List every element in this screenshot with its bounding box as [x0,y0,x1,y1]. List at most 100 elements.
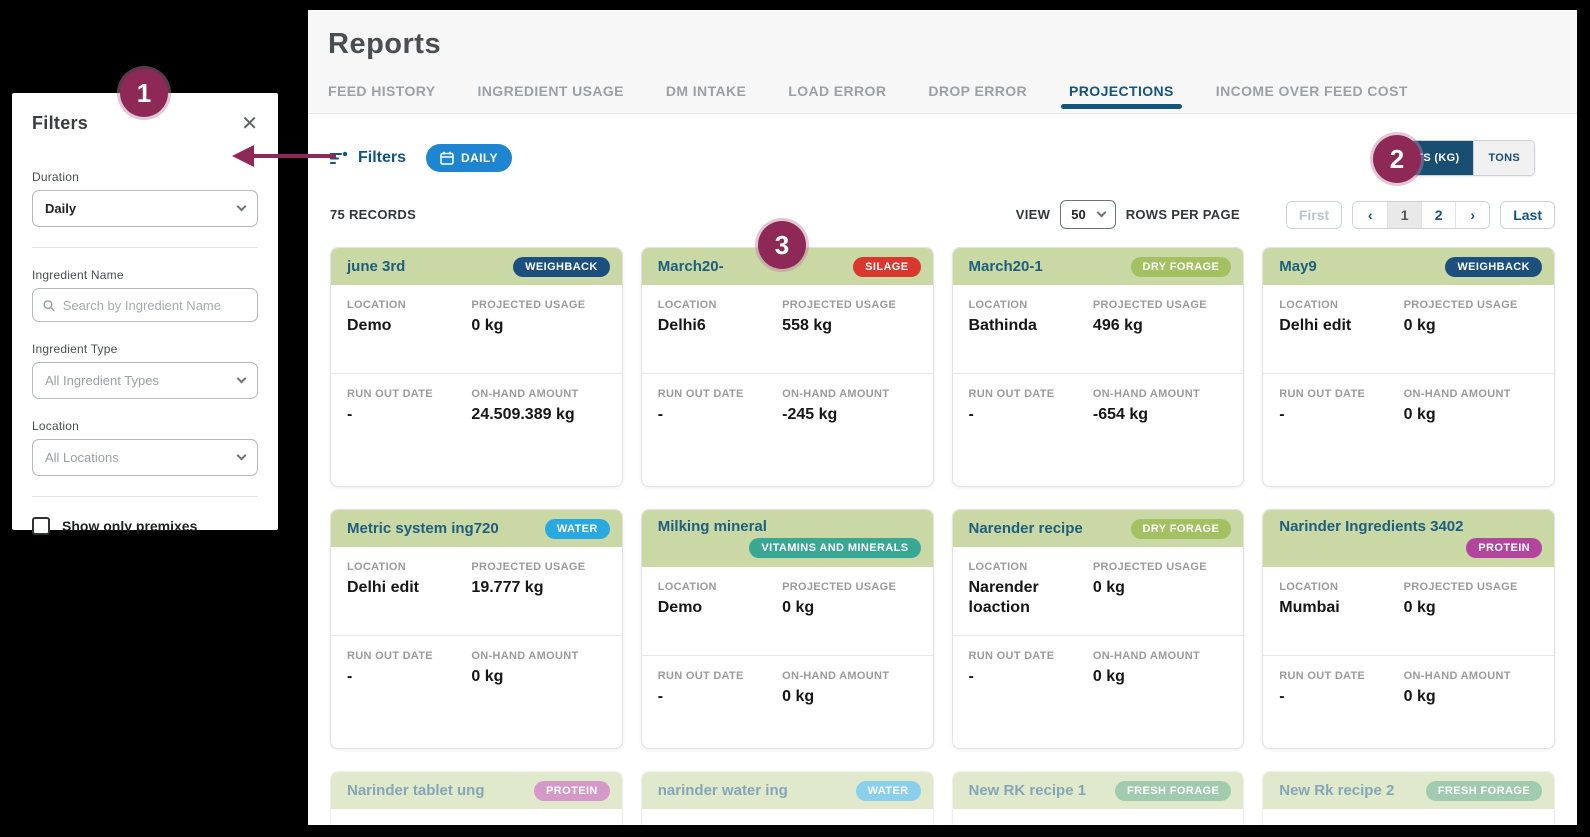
annotation-step-1: 1 [120,69,168,117]
card-header: Milking mineral VITAMINS AND MINERALS [642,510,933,567]
filters-toggle-button[interactable]: Filters [330,149,406,167]
field-label: PROJECTED USAGE [1093,298,1233,313]
field-label: LOCATION [1279,298,1403,313]
pagination-page-1[interactable]: 1 [1387,202,1421,228]
tab-ingredient-usage[interactable]: INGREDIENT USAGE [477,83,623,109]
card-section: RUN OUT DATE-ON-HAND AMOUNT0 kg [1263,373,1554,461]
tab-drop-error[interactable]: DROP ERROR [928,83,1027,109]
location-select[interactable]: All Locations [32,439,258,476]
ingredient-card[interactable]: New RK recipe 1 FRESH FORAGE [952,771,1245,825]
ingredient-type-badge: FRESH FORAGE [1426,781,1542,801]
field-value: 558 kg [782,316,922,336]
location-value: All Locations [45,450,119,465]
projection-cards-grid: june 3rdWEIGHBACK LOCATION Demo PROJECTED U… [308,229,1577,825]
card-section: LOCATION Delhi6PROJECTED USAGE 558 kg [642,285,933,373]
field-value: -245 kg [782,405,922,425]
field-value: - [1279,687,1403,707]
field-label: RUN OUT DATE [347,649,471,664]
pagination-first-button[interactable]: First [1286,201,1342,229]
card-title: New RK recipe 1 [969,782,1087,799]
chevron-down-icon [1096,208,1106,218]
ingredient-type-select[interactable]: All Ingredient Types [32,362,258,399]
field-value: - [658,687,782,707]
card-title: Milking mineral [658,518,921,535]
screenshot-stage: Reports FEED HISTORYINGREDIENT USAGEDM I… [0,0,1590,837]
ingredient-card[interactable]: Milking mineralVITAMINS AND MINERALSLOCA… [641,509,934,749]
tab-feed-history[interactable]: FEED HISTORY [328,83,435,109]
card-header: Narender recipeDRY FORAGE [953,510,1244,547]
main-content: Reports FEED HISTORYINGREDIENT USAGEDM I… [308,10,1577,825]
ingredient-type-badge: VITAMINS AND MINERALS [749,538,920,558]
ingredient-card[interactable]: May9WEIGHBACKLOCATIONDelhi editPROJECTED… [1262,247,1555,487]
ingredient-card[interactable]: March20-1DRY FORAGELOCATIONBathindaPROJE… [952,247,1245,487]
ingredient-card[interactable]: narinder water ingWATER [641,771,934,825]
card-title: Metric system ing720 [347,520,499,537]
tab-load-error[interactable]: LOAD ERROR [788,83,886,109]
search-icon [43,299,55,312]
field-value: 0 kg [1404,316,1544,336]
ingredient-name-label: Ingredient Name [32,268,258,282]
tab-projections[interactable]: PROJECTIONS [1069,83,1174,109]
field-value: Delhi edit [347,578,471,598]
field-value: 0 kg [1404,598,1544,618]
ingredient-type-badge: SILAGE [853,257,920,277]
premix-checkbox[interactable] [32,517,50,535]
field-value: 0 kg [782,687,922,707]
card-header: june 3rdWEIGHBACK [331,248,622,285]
field-label: LOCATION [969,560,1093,575]
ingredient-card[interactable]: Metric system ing720WATERLOCATIONDelhi e… [330,509,623,749]
card-section: RUN OUT DATE-ON-HAND AMOUNT0 kg [1263,655,1554,743]
field-label: PROJECTED USAGE [782,298,922,313]
ingredient-card[interactable]: March20-SILAGELOCATIONDelhi6PROJECTED US… [641,247,934,487]
field-label: RUN OUT DATE [1279,387,1403,402]
ingredient-type-badge: DRY FORAGE [1131,519,1232,539]
records-count: 75 RECORDS [330,207,416,222]
field-value: 0 kg [782,598,922,618]
filters-link-label: Filters [358,149,406,167]
tons-button[interactable]: TONS [1473,141,1534,175]
ingredient-card[interactable]: New Rk recipe 2FRESH FORAGE [1262,771,1555,825]
location-label: Location [32,419,258,433]
ingredient-card[interactable]: Narinder tablet ungPROTEIN [330,771,623,825]
field-value: Delhi6 [658,316,782,336]
card-title: May9 [1279,258,1317,275]
pagination-prev-button[interactable]: ‹ [1353,202,1387,228]
field-label: PROJECTED USAGE [782,580,922,595]
card-header: narinder water ingWATER [642,772,933,809]
show-only-premixes-row[interactable]: Show only premixes [32,517,258,535]
ingredient-name-input[interactable] [63,298,247,313]
pagination-last-button[interactable]: Last [1500,201,1555,229]
tab-dm-intake[interactable]: DM INTAKE [666,83,746,109]
field-value: - [969,667,1093,687]
tab-income-over-feed-cost[interactable]: INCOME OVER FEED COST [1216,83,1408,109]
field-value: 496 kg [1093,316,1233,336]
card-title: Narinder tablet ung [347,782,485,799]
ingredient-name-search[interactable] [32,288,258,322]
pagination-next-button[interactable]: › [1455,202,1489,228]
field-value: 0 kg [1404,405,1544,425]
field-value: Demo [347,316,471,336]
daily-duration-chip[interactable]: DAILY [426,144,512,172]
field-value: - [347,405,471,425]
field-label: RUN OUT DATE [658,669,782,684]
field-value: 0 kg [471,667,611,687]
field-value: 0 kg [471,316,611,336]
rows-per-page-select[interactable]: 50 [1060,200,1115,229]
duration-value: Daily [45,201,76,216]
pagination-group: ‹ 1 2 › [1352,201,1490,229]
ingredient-card[interactable]: june 3rdWEIGHBACKLOCATIONDemoPROJECTED U… [330,247,623,487]
field-label: ON-HAND AMOUNT [471,387,611,402]
field-label: ON-HAND AMOUNT [471,649,611,664]
calendar-icon [440,151,454,165]
pagination-page-2[interactable]: 2 [1421,202,1455,228]
close-icon[interactable]: ✕ [241,114,258,134]
ingredient-type-badge: FRESH FORAGE [1115,781,1231,801]
ingredient-card[interactable]: Narinder Ingredients 3402PROTEINLOCATION… [1262,509,1555,749]
divider [32,496,258,497]
ingredient-card[interactable]: Narender recipeDRY FORAGELOCATIONNarende… [952,509,1245,749]
duration-select[interactable]: Daily [32,190,258,227]
field-value: 0 kg [1093,578,1233,598]
field-label: LOCATION [658,298,782,313]
card-section: LOCATIONBathindaPROJECTED USAGE496 kg [953,285,1244,373]
card-section: LOCATIONDelhi editPROJECTED USAGE0 kg [1263,285,1554,373]
